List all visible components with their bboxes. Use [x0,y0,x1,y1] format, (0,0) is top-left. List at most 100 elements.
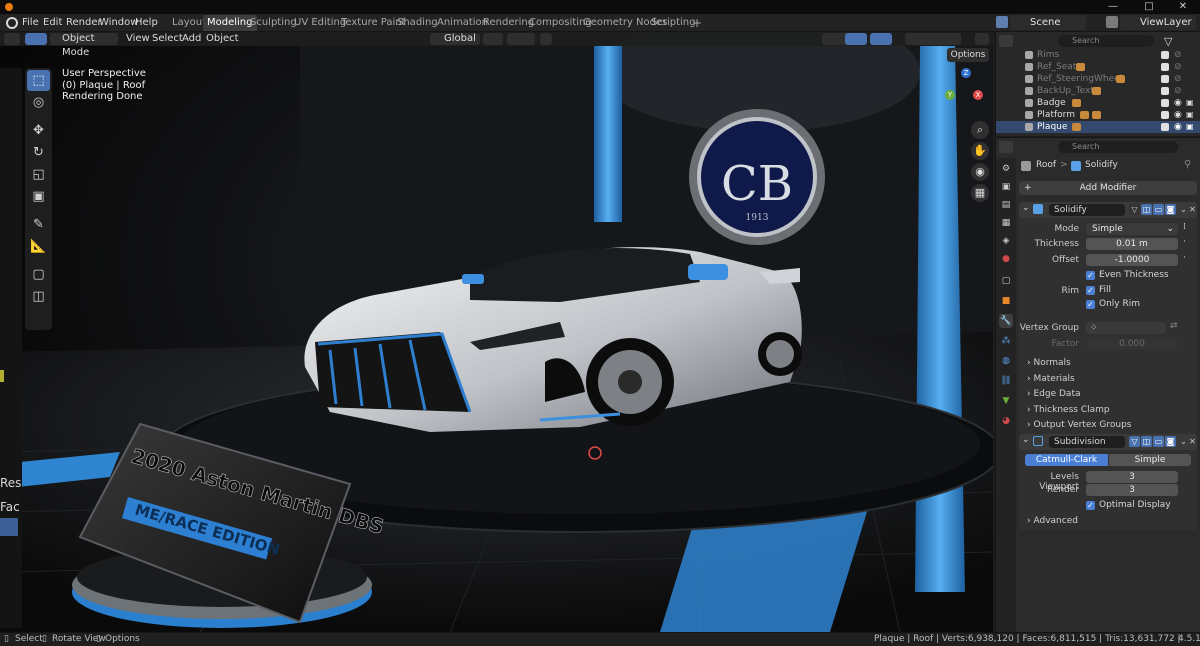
close-window-button[interactable]: ✕ [1168,0,1198,14]
material-tab-icon[interactable]: ◕ [999,414,1013,428]
pan-hand-icon[interactable]: ✋ [971,142,989,160]
move-tool[interactable]: ✥ [27,120,50,141]
snap-toggle[interactable] [507,33,535,45]
output-vertex-groups-section[interactable]: › Output Vertex Groups [1027,420,1132,430]
render-tab-icon[interactable]: ▣ [999,180,1013,194]
extrude-tool[interactable]: ◫ [27,286,50,307]
proportional-edit-toggle[interactable] [540,33,552,45]
menu-render[interactable]: Render [66,16,102,30]
outliner-row-platform[interactable]: Platform ◉ ▣ [996,109,1200,121]
menu-select[interactable]: Select [152,32,183,46]
checkbox-icon[interactable] [1161,123,1169,131]
viewport-toggle-icon[interactable]: ▭ [1153,436,1164,447]
eye-icon[interactable]: ◉ [1174,109,1182,121]
outliner-row-backup-text[interactable]: BackUp_Text ⊘ [996,85,1200,97]
viewport-toggle-icon[interactable]: ▭ [1153,204,1164,215]
checkbox-icon[interactable] [1161,87,1169,95]
scene-icon[interactable] [996,16,1008,28]
data-tab-icon[interactable]: ▼ [999,394,1013,408]
outliner-search-input[interactable]: Search [1058,35,1154,47]
checkbox-icon[interactable] [1161,99,1169,107]
eye-hidden-icon[interactable]: ⊘ [1174,49,1182,61]
properties-search-input[interactable]: Search [1058,141,1178,153]
edit-mode-toggle-icon[interactable]: ▽ [1129,204,1140,215]
camera-icon[interactable]: ▣ [1186,109,1194,121]
measure-tool[interactable]: 📐 [27,236,50,257]
vertex-group-field[interactable]: ⁘ [1086,322,1166,334]
eye-hidden-icon[interactable]: ⊘ [1174,61,1182,73]
blender-menu-icon[interactable] [6,17,18,29]
outliner-row-ref-seat[interactable]: Ref_Seat ⊘ [996,61,1200,73]
optimal-display-checkbox[interactable]: ✓ [1086,501,1095,510]
checkbox-icon[interactable] [1161,75,1169,83]
pivot-point-button[interactable] [483,33,503,45]
render-toggle-icon[interactable]: ◙ [1165,436,1176,447]
outliner-editor-type-button[interactable] [999,35,1013,47]
filter-icon[interactable]: ▽ [1164,35,1176,48]
options-dropdown[interactable]: Options [947,48,989,62]
render-levels-field[interactable]: 3 [1086,484,1178,496]
levels-viewport-field[interactable]: 3 [1086,471,1178,483]
minimize-button[interactable]: — [1098,0,1128,14]
properties-editor-type-button[interactable] [999,141,1013,153]
scene-selector[interactable]: Scene [1010,15,1086,30]
outliner-row-ref-steeringwheel[interactable]: Ref_SteeringWheel ⊘ [996,73,1200,85]
camera-view-icon[interactable]: ◉ [971,163,989,181]
constraints-tab-icon[interactable]: ⛓ [999,374,1013,388]
only-rim-checkbox[interactable]: ✓ [1086,300,1095,309]
offset-field[interactable]: -1.0000 [1086,254,1178,266]
cage-toggle-icon[interactable]: ◫ [1141,436,1152,447]
outliner-row-badge[interactable]: Badge ◉ ▣ [996,97,1200,109]
perspective-grid-icon[interactable]: ▦ [971,184,989,202]
object-tab-icon[interactable]: ■ [999,294,1013,308]
camera-icon[interactable]: ▣ [1186,97,1194,109]
physics-tab-icon[interactable]: ◍ [999,354,1013,368]
remove-modifier-icon[interactable]: ✕ [1187,204,1198,215]
menu-edit[interactable]: Edit [43,16,62,30]
scale-tool[interactable]: ◱ [27,164,50,185]
eye-icon[interactable]: ◉ [1174,121,1182,133]
select-box-tool[interactable]: ⬚ [27,70,50,91]
factor-field[interactable]: 0.000 [1086,338,1178,350]
normals-section[interactable]: › Normals [1027,358,1071,368]
edit-mode-toggle-icon[interactable]: ▽ [1129,436,1140,447]
checkbox-icon[interactable] [1161,51,1169,59]
gizmo-x-axis[interactable]: X [973,90,983,100]
simple-button[interactable]: Simple [1109,454,1191,466]
zoom-icon[interactable]: ⌕ [971,121,989,139]
collapse-chevron-icon[interactable]: ⌄ [1022,203,1030,213]
add-cube-tool[interactable]: ▢ [27,264,50,285]
annotate-tool[interactable]: ✎ [27,214,50,235]
fill-checkbox[interactable]: ✓ [1086,286,1095,295]
invert-toggle-icon[interactable]: ⇄ [1170,321,1178,331]
output-tab-icon[interactable]: ▤ [999,198,1013,212]
view-layer-icon[interactable] [1106,16,1118,28]
eye-hidden-icon[interactable]: ⊘ [1174,85,1182,97]
outliner-row-plaque[interactable]: Plaque ◉ ▣ [996,121,1200,133]
overlays-toggle[interactable] [870,33,892,45]
transform-tool[interactable]: ▣ [27,186,50,207]
menu-window[interactable]: Window [99,16,138,30]
solidify-modifier-header[interactable]: ⌄ Solidify ▽ ◫ ▭ ◙ ⌄ ✕ [1019,202,1197,218]
3d-viewport[interactable]: CB 1913 2020 Aston Martin DBS ME/RACE ED… [0,32,993,632]
eye-icon[interactable]: ◉ [1174,97,1182,109]
navigation-gizmo[interactable]: Z X Y [945,68,991,112]
shading-mode-buttons[interactable] [905,33,961,45]
eye-hidden-icon[interactable]: ⊘ [1174,73,1182,85]
breadcrumb-modifier[interactable]: Solidify [1085,160,1118,170]
checkbox-icon[interactable] [1161,63,1169,71]
keyframe-dot-icon[interactable]: · [1183,253,1186,263]
select-mode-button[interactable] [25,33,47,45]
advanced-section[interactable]: › Advanced [1027,516,1078,526]
menu-view[interactable]: View [126,32,150,46]
view-layer-selector[interactable]: ViewLayer [1120,15,1196,30]
even-thickness-checkbox[interactable]: ✓ [1086,271,1095,280]
gizmo-toggle[interactable] [845,33,867,45]
subdivision-name-field[interactable]: Subdivision [1049,436,1125,448]
menu-object[interactable]: Object [206,32,239,46]
tool-tab-icon[interactable]: ⚙ [999,162,1013,176]
mode-dropdown[interactable]: Simple ⌄ [1086,223,1178,235]
add-workspace-button[interactable]: + [688,15,706,31]
pin-icon[interactable]: ⚲ [1184,159,1191,170]
gizmo-z-axis[interactable]: Z [961,68,971,78]
